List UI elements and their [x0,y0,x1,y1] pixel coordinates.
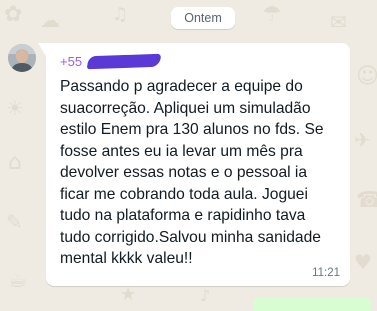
date-separator: Ontem [171,7,235,29]
doodle-icon: ☁ [40,8,60,32]
sender-name[interactable]: +55 [60,53,162,71]
doodle-icon: ☂ [262,2,282,27]
contact-avatar[interactable] [8,44,36,72]
doodle-icon: ☕ [8,268,28,293]
doodle-icon: ♫ [112,4,129,25]
doodle-icon: ✈ [354,128,371,152]
doodle-icon: ✎ [6,210,23,234]
doodle-icon: ★ [120,284,137,304]
outgoing-message-bubble-partial[interactable] [253,297,371,311]
redacted-phone-number [86,53,162,70]
doodle-icon: ☀ [6,96,24,120]
doodle-icon: ✿ [4,2,23,27]
incoming-message-bubble[interactable]: +55 Passando p agradecer a equipe do sua… [38,43,350,286]
sender-phone-prefix: +55 [60,54,83,69]
bubble-tail [38,43,46,56]
message-timestamp: 11:21 [312,267,340,279]
doodle-icon: ♥ [354,250,372,274]
doodle-icon: ⌂ [8,150,22,175]
avatar-photo-icon [8,44,36,72]
doodle-icon: ✉ [330,10,347,34]
message-text: Passando p agradecer a equipe do suacorr… [60,78,324,267]
doodle-icon: ☎ [356,188,377,213]
doodle-icon: ♪ [200,286,211,304]
doodle-icon: ☺ [356,64,377,89]
